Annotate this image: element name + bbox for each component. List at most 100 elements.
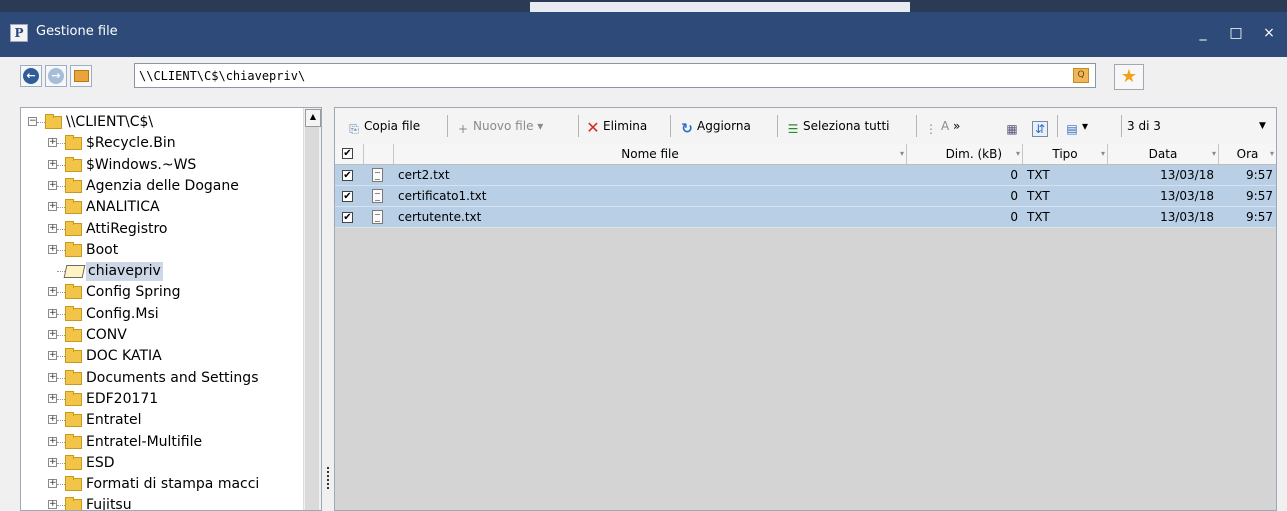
folder-tree[interactable]: − \\CLIENT\C$\ + $Recycle.Bin + $Windows.~WS +… xyxy=(20,107,322,511)
tree-item-label: Config Spring xyxy=(86,284,181,301)
copy-file-label: Copia file xyxy=(364,119,421,133)
forward-button[interactable]: → xyxy=(45,65,67,87)
tree-item-label: $Recycle.Bin xyxy=(86,135,176,152)
refresh-button[interactable]: ↻ Aggiorna xyxy=(680,116,751,136)
filter-icon[interactable]: ▾ xyxy=(900,144,904,164)
tree-connector xyxy=(57,249,65,251)
folder-icon xyxy=(65,305,82,321)
tree-connector xyxy=(57,164,65,166)
header-check-cell[interactable]: ✔ xyxy=(335,144,364,164)
address-toolbar: ← → Q ★ xyxy=(0,57,1287,97)
export-button[interactable]: ⇵ xyxy=(1032,116,1051,137)
go-icon[interactable]: Q xyxy=(1073,68,1089,83)
expand-icon[interactable]: + xyxy=(48,500,57,510)
filter-icon[interactable]: ▾ xyxy=(1016,144,1020,164)
parent-folder-button[interactable] xyxy=(70,65,92,87)
path-input[interactable] xyxy=(139,67,1039,84)
toolbar-separator xyxy=(447,115,448,137)
grid-view-button[interactable]: ▦ xyxy=(1005,116,1022,136)
file-row[interactable]: ✔ certutente.txt 0 TXT 13/03/18 9:57 xyxy=(335,207,1276,228)
column-time[interactable]: Ora ▾ xyxy=(1219,144,1276,164)
close-button[interactable]: × xyxy=(1257,22,1281,44)
expand-icon[interactable]: + xyxy=(48,479,57,489)
file-panel: ⎘ Copia file + Nuovo file ▾ ✕ Elimina ↻ Aggi… xyxy=(334,107,1277,511)
expand-icon[interactable]: + xyxy=(48,436,57,446)
app-icon: P xyxy=(10,24,28,42)
select-all-checkbox[interactable]: ✔ xyxy=(342,148,353,159)
select-all-button[interactable]: ☰ Seleziona tutti xyxy=(786,116,890,136)
file-row[interactable]: ✔ certificato1.txt 0 TXT 13/03/18 9:57 xyxy=(335,186,1276,207)
expand-icon[interactable]: + xyxy=(48,180,57,190)
expand-icon[interactable]: + xyxy=(48,393,57,403)
column-type-label: Tipo xyxy=(1052,147,1078,161)
folder-icon xyxy=(45,114,62,129)
row-checkbox[interactable]: ✔ xyxy=(342,212,353,223)
title-bar[interactable]: P Gestione file _ □ × xyxy=(0,12,1287,57)
scroll-up-icon[interactable]: ▲ xyxy=(305,109,321,127)
favorites-button[interactable]: ★ xyxy=(1114,64,1144,90)
expand-icon[interactable]: + xyxy=(48,223,57,233)
expand-icon[interactable]: + xyxy=(48,351,57,361)
text-file-icon xyxy=(372,168,383,182)
filter-icon[interactable]: ▾ xyxy=(1270,144,1274,164)
tree-connector xyxy=(57,143,65,145)
expand-icon[interactable]: + xyxy=(48,244,57,254)
export-icon: ⇵ xyxy=(1032,121,1048,137)
chevron-down-icon: ▾ xyxy=(537,119,544,133)
tree-item-label: chiavepriv xyxy=(86,262,163,282)
expand-icon[interactable]: + xyxy=(48,202,57,212)
splitter-grip[interactable] xyxy=(327,467,331,489)
minimize-button[interactable]: _ xyxy=(1191,22,1215,44)
column-size[interactable]: Dim. (kB) ▾ xyxy=(907,144,1023,164)
file-size: 0 xyxy=(1010,189,1018,203)
toolbar-separator xyxy=(1057,115,1058,137)
file-row[interactable]: ✔ cert2.txt 0 TXT 13/03/18 9:57 xyxy=(335,165,1276,186)
expand-icon[interactable]: + xyxy=(48,138,57,148)
folder-icon xyxy=(65,135,82,151)
new-file-button[interactable]: + Nuovo file ▾ xyxy=(456,116,543,136)
expand-icon[interactable]: + xyxy=(48,308,57,318)
column-type[interactable]: Tipo ▾ xyxy=(1023,144,1108,164)
column-name-label: Nome file xyxy=(621,147,679,161)
columns-menu-button[interactable]: ▤ ▾ xyxy=(1065,116,1088,136)
chevron-down-icon: ▾ xyxy=(1082,119,1089,133)
column-size-label: Dim. (kB) xyxy=(945,147,1002,161)
toolbar-separator xyxy=(916,115,917,137)
scroll-thumb[interactable] xyxy=(305,127,319,510)
file-type: TXT xyxy=(1027,210,1050,224)
folder-icon xyxy=(65,433,82,449)
column-name[interactable]: Nome file ▾ xyxy=(394,144,907,164)
panel-splitter[interactable] xyxy=(324,107,333,511)
expand-icon[interactable]: + xyxy=(48,415,57,425)
column-date-label: Data xyxy=(1148,147,1178,161)
collapse-icon[interactable]: − xyxy=(28,117,37,126)
row-checkbox[interactable]: ✔ xyxy=(342,191,353,202)
copy-file-button[interactable]: ⎘ Copia file xyxy=(347,116,420,136)
toolbar-separator xyxy=(1121,115,1122,137)
expand-icon[interactable]: + xyxy=(48,457,57,467)
sort-button[interactable]: ⋮ A » xyxy=(924,116,960,136)
maximize-button[interactable]: □ xyxy=(1224,22,1248,44)
back-button[interactable]: ← xyxy=(20,65,42,87)
row-checkbox[interactable]: ✔ xyxy=(342,170,353,181)
column-date[interactable]: Data ▾ xyxy=(1108,144,1219,164)
folder-up-icon xyxy=(74,70,89,82)
tree-connector xyxy=(57,207,65,209)
delete-button[interactable]: ✕ Elimina xyxy=(586,116,647,136)
expand-icon[interactable]: + xyxy=(48,330,57,339)
expand-icon[interactable]: + xyxy=(48,159,57,169)
overflow-chevron-icon[interactable]: » xyxy=(953,119,960,133)
expand-icon[interactable]: + xyxy=(48,287,57,297)
toolbar-dropdown-icon[interactable]: ▼ xyxy=(1259,116,1266,136)
tree-scrollbar[interactable]: ▲ xyxy=(303,108,321,510)
tree-item-label: \\CLIENT\C$\ xyxy=(66,114,154,130)
filter-icon[interactable]: ▾ xyxy=(1212,144,1216,164)
folder-icon xyxy=(65,241,82,257)
folder-icon xyxy=(65,497,82,510)
star-icon: ★ xyxy=(1120,66,1138,87)
address-bar[interactable]: Q xyxy=(134,63,1096,88)
expand-icon[interactable]: + xyxy=(48,372,57,382)
tree-item-label: Agenzia delle Dogane xyxy=(86,177,239,194)
tree-connector xyxy=(57,398,65,400)
filter-icon[interactable]: ▾ xyxy=(1101,144,1105,164)
